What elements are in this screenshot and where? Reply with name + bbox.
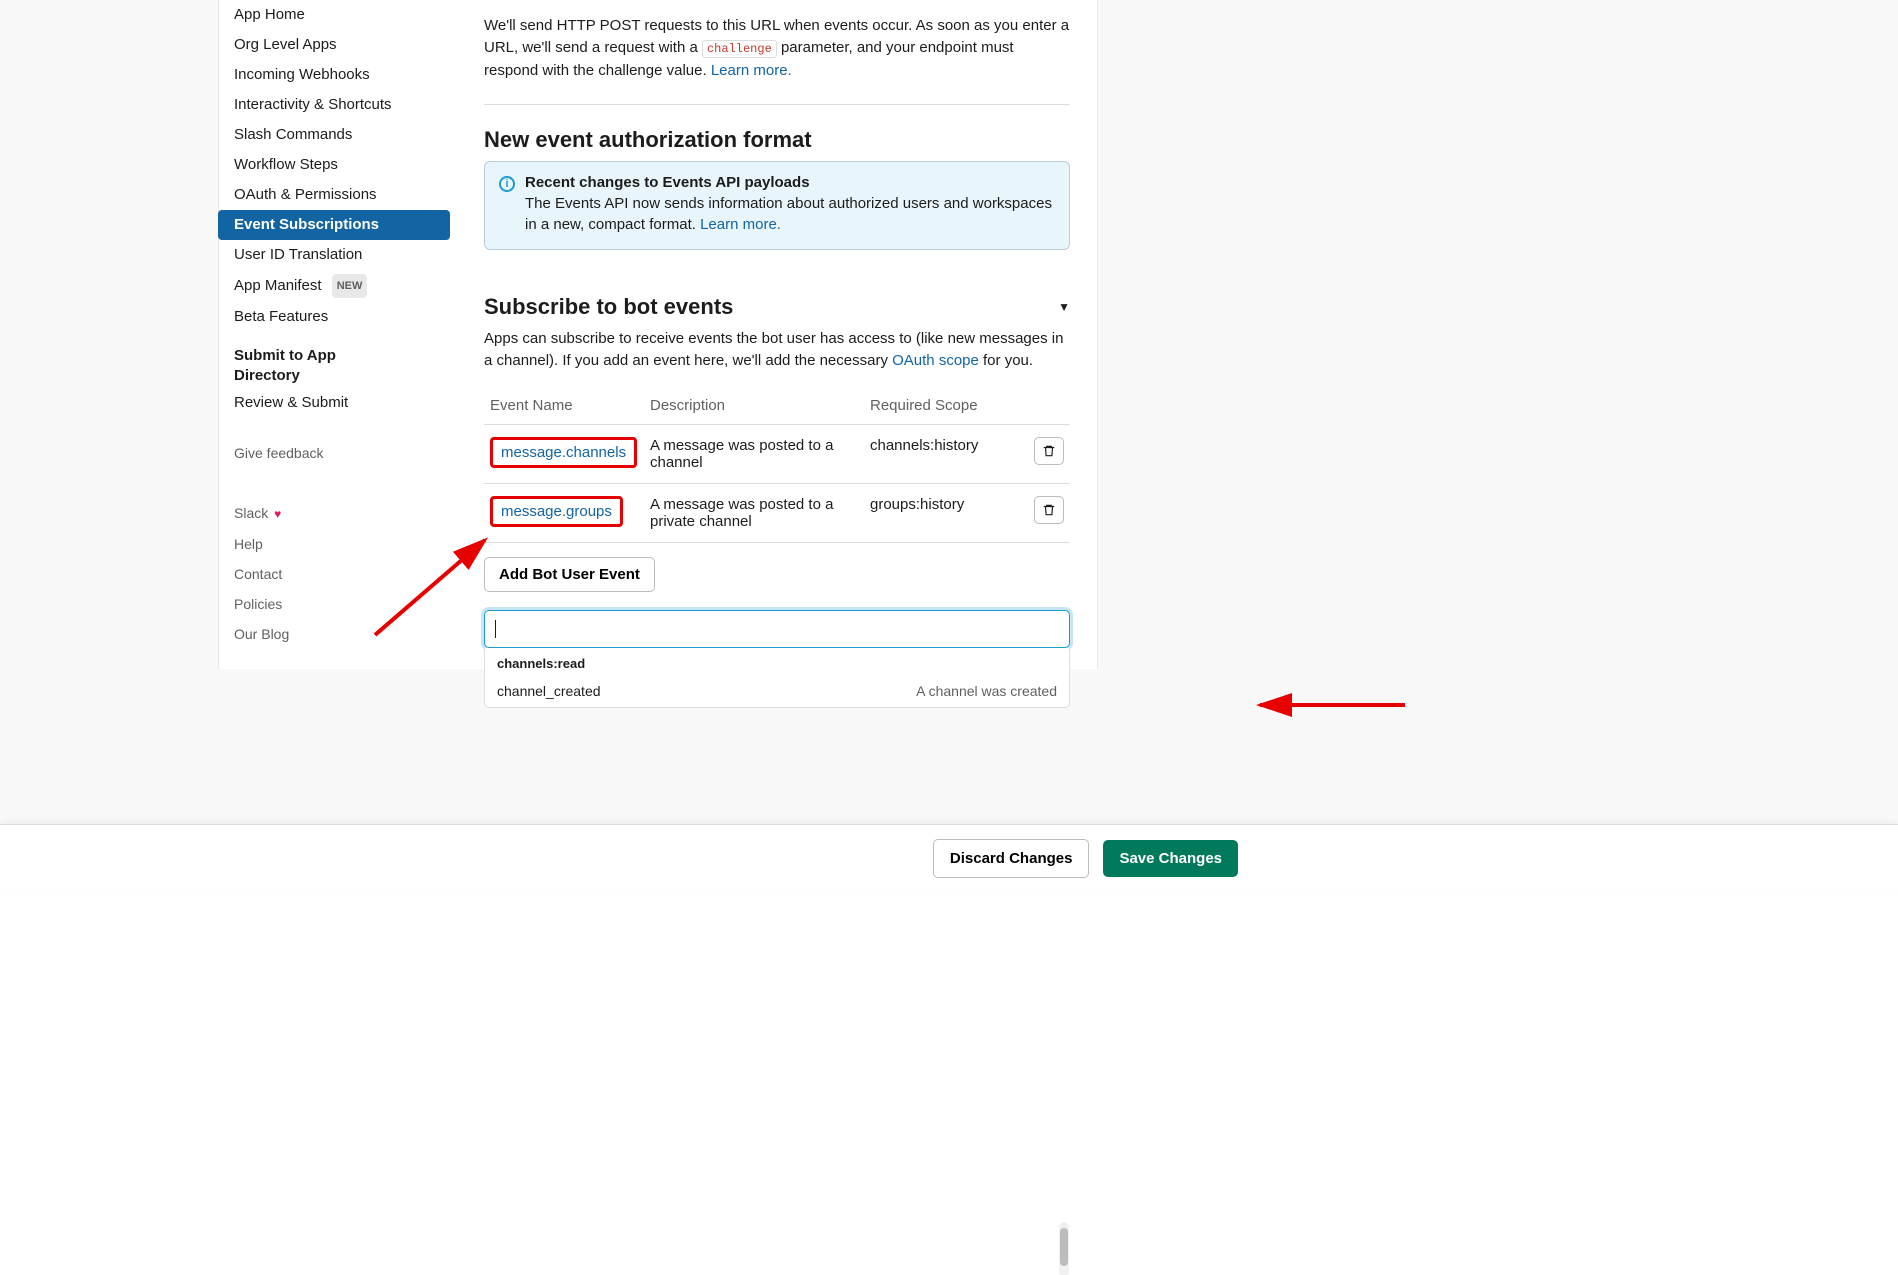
footer-link-our-blog[interactable]: Our Blog <box>218 619 450 649</box>
info-callout: i Recent changes to Events API payloads … <box>484 161 1070 250</box>
subscribe-description: Apps can subscribe to receive events the… <box>484 328 1070 372</box>
event-link-message-groups[interactable]: message.groups <box>501 503 612 520</box>
info-body-text: The Events API now sends information abo… <box>525 195 1052 233</box>
give-feedback-link[interactable]: Give feedback <box>218 438 450 468</box>
submit-line-2: Directory <box>234 367 300 384</box>
challenge-code: challenge <box>702 40 777 58</box>
discard-changes-button[interactable]: Discard Changes <box>933 839 1090 878</box>
info-body: The Events API now sends information abo… <box>525 193 1055 235</box>
footer-link-contact[interactable]: Contact <box>218 559 450 589</box>
submit-directory-title: Submit to App Directory <box>218 332 450 388</box>
sidebar-item-interactivity-shortcuts[interactable]: Interactivity & Shortcuts <box>218 90 450 120</box>
col-required-scope: Required Scope <box>864 387 1028 425</box>
save-changes-button[interactable]: Save Changes <box>1103 840 1238 877</box>
dropdown-option[interactable]: channel_created A channel was created <box>485 675 1069 707</box>
col-event-name: Event Name <box>484 387 644 425</box>
table-row: message.groups A message was posted to a… <box>484 484 1070 543</box>
text-cursor <box>495 620 496 638</box>
info-icon: i <box>499 176 515 192</box>
subscribe-header-row[interactable]: Subscribe to bot events ▼ <box>484 294 1070 320</box>
dropdown-option-name: channel_created <box>497 683 601 699</box>
subscribe-heading: Subscribe to bot events <box>484 294 733 320</box>
sidebar-item-beta-features[interactable]: Beta Features <box>218 302 450 332</box>
event-link-message-channels[interactable]: message.channels <box>501 444 626 461</box>
heart-icon: ♥ <box>274 507 281 521</box>
info-learn-more-link[interactable]: Learn more. <box>700 216 781 233</box>
footer-slack-label: Slack <box>234 505 268 521</box>
trash-icon <box>1042 503 1056 517</box>
event-desc: A message was posted to a private channe… <box>644 484 864 543</box>
submit-line-1: Submit to App <box>234 347 336 364</box>
add-bot-user-event-button[interactable]: Add Bot User Event <box>484 557 655 592</box>
sub-desc-post: for you. <box>983 352 1033 369</box>
sidebar-item-org-level-apps[interactable]: Org Level Apps <box>218 30 450 60</box>
dropdown-scope-header: channels:read <box>485 648 1069 675</box>
sidebar-item-label: App Manifest <box>234 277 322 294</box>
oauth-scope-link[interactable]: OAuth scope <box>892 352 979 369</box>
save-bar: Discard Changes Save Changes <box>0 824 1898 892</box>
sidebar-item-event-subscriptions[interactable]: Event Subscriptions <box>218 210 450 240</box>
footer-link-slack[interactable]: Slack ♥ <box>218 498 450 529</box>
caret-down-icon: ▼ <box>1058 300 1070 314</box>
sidebar-item-app-manifest[interactable]: App Manifest NEW <box>218 270 450 302</box>
events-table: Event Name Description Required Scope me… <box>484 387 1070 543</box>
delete-event-button[interactable] <box>1034 437 1064 465</box>
col-description: Description <box>644 387 864 425</box>
table-row: message.channels A message was posted to… <box>484 425 1070 484</box>
new-badge: NEW <box>332 274 368 298</box>
event-dropdown: channels:read channel_created A channel … <box>484 648 1070 708</box>
info-title: Recent changes to Events API payloads <box>525 174 1055 191</box>
event-desc: A message was posted to a channel <box>644 425 864 484</box>
sidebar-item-incoming-webhooks[interactable]: Incoming Webhooks <box>218 60 450 90</box>
trash-icon <box>1042 444 1056 458</box>
auth-format-heading: New event authorization format <box>484 127 1070 153</box>
request-url-description: We'll send HTTP POST requests to this UR… <box>484 15 1070 82</box>
learn-more-link[interactable]: Learn more. <box>711 62 792 79</box>
event-scope: channels:history <box>864 425 1028 484</box>
sidebar-item-oauth-permissions[interactable]: OAuth & Permissions <box>218 180 450 210</box>
sidebar: App Home Org Level Apps Incoming Webhook… <box>218 0 450 649</box>
footer-link-help[interactable]: Help <box>218 529 450 559</box>
sidebar-item-workflow-steps[interactable]: Workflow Steps <box>218 150 450 180</box>
event-search-input[interactable] <box>484 610 1070 648</box>
footer-link-policies[interactable]: Policies <box>218 589 450 619</box>
sidebar-item-user-id-translation[interactable]: User ID Translation <box>218 240 450 270</box>
sidebar-item-app-home[interactable]: App Home <box>218 0 450 30</box>
divider <box>484 104 1070 105</box>
delete-event-button[interactable] <box>1034 496 1064 524</box>
dropdown-scrollbar-thumb[interactable] <box>1060 1228 1068 1266</box>
event-scope: groups:history <box>864 484 1028 543</box>
dropdown-option-desc: A channel was created <box>916 683 1057 699</box>
sidebar-item-review-submit[interactable]: Review & Submit <box>218 388 450 418</box>
main-content: We'll send HTTP POST requests to this UR… <box>470 0 1084 748</box>
sidebar-item-slash-commands[interactable]: Slash Commands <box>218 120 450 150</box>
